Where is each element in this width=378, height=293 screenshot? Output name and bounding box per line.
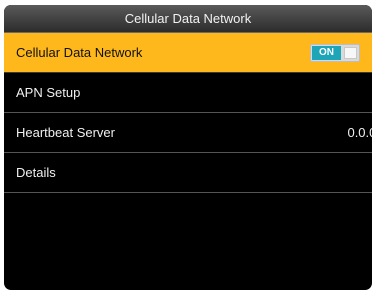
device-screen: Cellular Data Network Cellular Data Netw… [4, 5, 372, 290]
toggle-knob-icon [344, 47, 357, 59]
menu-item-label: Details [16, 165, 56, 180]
menu-item-heartbeat-server[interactable]: Heartbeat Server 0.0.0. [4, 113, 372, 153]
menu-item-label: Cellular Data Network [16, 45, 143, 60]
cellular-toggle-switch[interactable]: ON [310, 44, 360, 62]
menu-item-apn-setup[interactable]: APN Setup [4, 73, 372, 113]
menu-item-label: APN Setup [16, 85, 81, 100]
page-title: Cellular Data Network [4, 5, 372, 33]
menu-item-cellular-data-network[interactable]: Cellular Data Network ON [4, 33, 372, 73]
menu-item-label: Heartbeat Server [16, 125, 115, 140]
menu-item-details[interactable]: Details [4, 153, 372, 193]
heartbeat-server-value: 0.0.0. [347, 125, 372, 140]
toggle-on-label: ON [312, 46, 341, 60]
